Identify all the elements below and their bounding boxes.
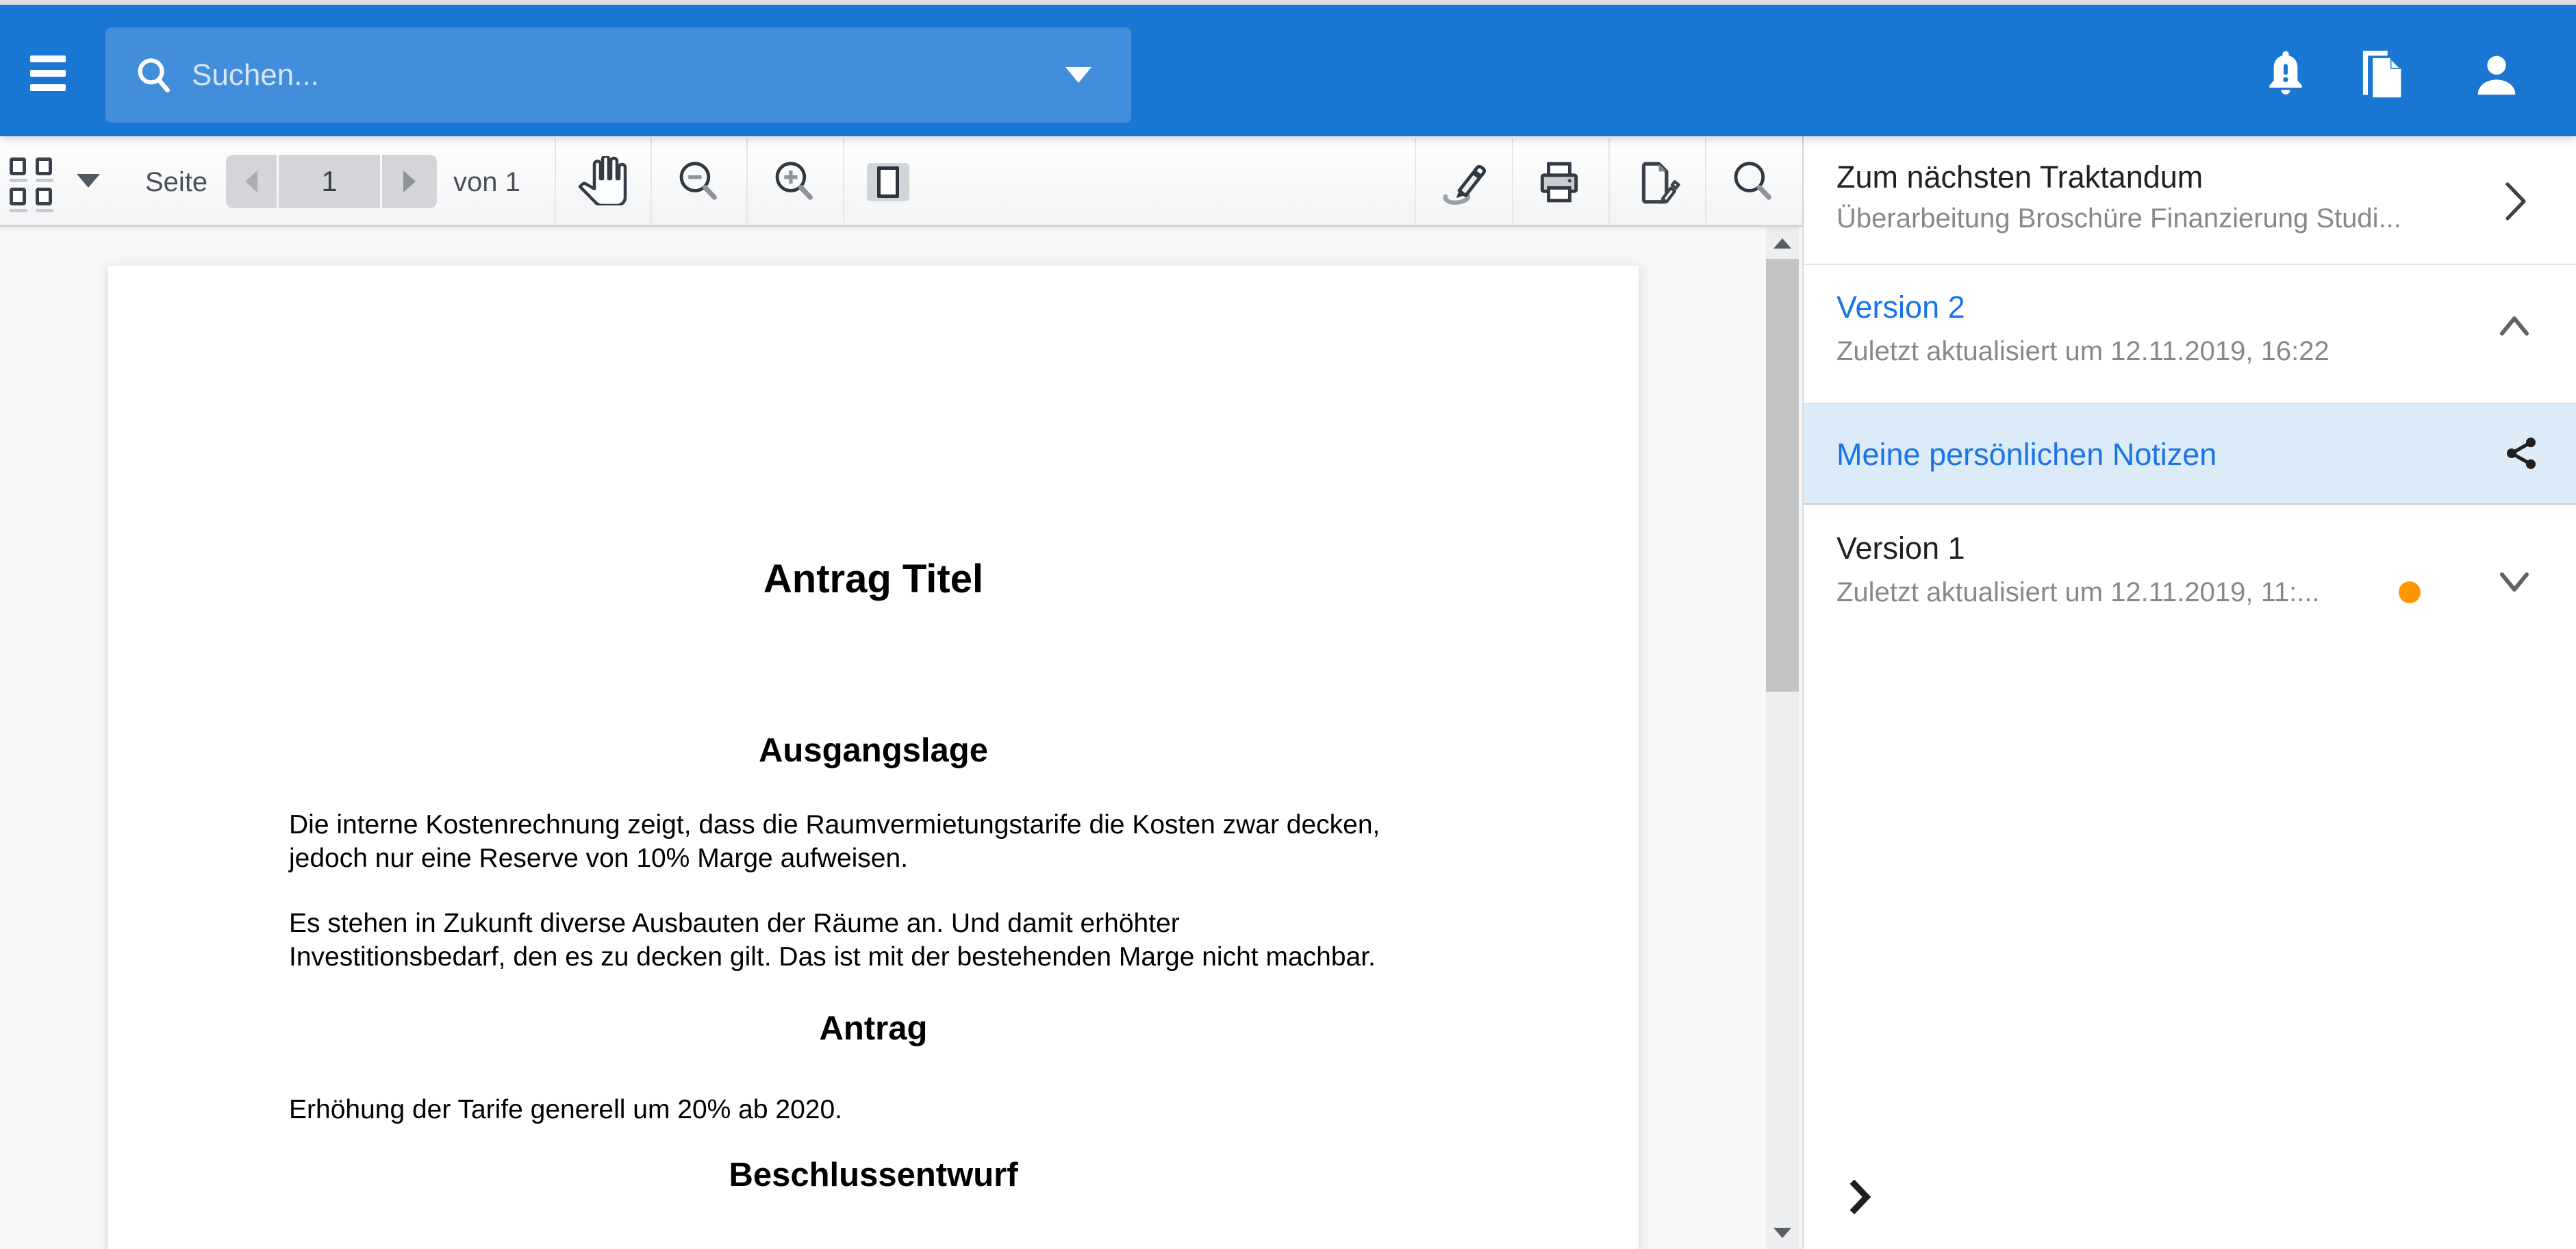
account-button[interactable] (2467, 46, 2526, 105)
hamburger-icon (30, 55, 66, 62)
toolbar-separator (843, 138, 844, 224)
prev-arrow-icon (245, 171, 257, 192)
next-agenda-item[interactable]: Zum nächsten Traktandum Überarbeitung Br… (1804, 136, 2576, 264)
magnifier-icon (1730, 159, 1776, 205)
toolbar-separator (555, 138, 556, 224)
app: Seite von 1 (0, 0, 2576, 1249)
personal-notes-label: Meine persönlichen Notizen (1836, 437, 2217, 472)
unread-dot (2399, 581, 2421, 603)
fit-page-button[interactable] (867, 163, 909, 201)
toolbar-separator (1512, 138, 1513, 224)
zoom-in-button[interactable] (771, 159, 818, 205)
version-2-title: Version 2 (1836, 290, 1965, 325)
arrow-up-icon (1773, 238, 1791, 249)
toolbar-separator (1705, 138, 1706, 224)
zoom-in-icon (771, 159, 818, 205)
toolbar-separator (1415, 138, 1416, 224)
prev-page-button[interactable] (226, 155, 277, 208)
scroll-thumb[interactable] (1766, 259, 1799, 692)
version-1-title: Version 1 (1836, 531, 1965, 566)
next-arrow-icon (403, 171, 416, 192)
version-1-row[interactable]: Version 1 Zuletzt aktualisiert um 12.11.… (1804, 505, 2576, 644)
search-dropdown-caret-icon[interactable] (1065, 67, 1091, 83)
toolbar-separator (651, 138, 652, 224)
chevron-up-icon[interactable] (2498, 314, 2531, 338)
scroll-down-button[interactable] (1766, 1216, 1799, 1249)
print-button[interactable] (1534, 157, 1584, 208)
zoom-out-button[interactable] (675, 159, 722, 205)
pan-tool-button[interactable] (578, 156, 627, 205)
next-agenda-subtitle: Überarbeitung Broschüre Finanzierung Stu… (1836, 203, 2401, 234)
document-viewport: Antrag Titel Ausgangslage Die interne Ko… (0, 227, 1766, 1249)
search-input[interactable] (175, 27, 1065, 123)
printer-icon (1534, 157, 1584, 208)
hamburger-icon (30, 70, 66, 77)
page-total-label: von 1 (453, 167, 520, 198)
scroll-up-button[interactable] (1766, 227, 1799, 260)
share-icon[interactable] (2502, 434, 2540, 472)
version-2-row[interactable]: Version 2 Zuletzt aktualisiert um 12.11.… (1804, 265, 2576, 403)
chevron-right-bold-icon (1849, 1180, 1872, 1214)
chevron-down-icon[interactable] (2498, 570, 2531, 594)
documents-button[interactable] (2351, 46, 2410, 105)
doc-title: Antrag Titel (108, 556, 1639, 602)
fit-page-icon (867, 163, 909, 201)
page-nav (226, 155, 437, 208)
pdf-page: Antrag Titel Ausgangslage Die interne Ko… (108, 266, 1639, 1249)
personal-notes-row[interactable]: Meine persönlichen Notizen (1804, 404, 2576, 503)
next-page-button[interactable] (382, 155, 437, 208)
sidebar: Zum nächsten Traktandum Überarbeitung Br… (1802, 136, 2576, 1249)
annotate-button[interactable] (1631, 157, 1682, 208)
doc-heading-ausgangslage: Ausgangslage (108, 731, 1639, 770)
search-icon (133, 54, 175, 97)
find-in-document-button[interactable] (1730, 159, 1776, 205)
grid-icon (10, 157, 53, 212)
marker-pen-icon (1438, 156, 1490, 208)
doc-paragraph: Erhöhung der Tarife generell um 20% ab 2… (289, 1093, 1502, 1126)
bell-alert-icon (2258, 48, 2313, 103)
toolbar-separator (1608, 138, 1610, 224)
person-icon (2469, 48, 2524, 103)
toolbar-separator (746, 138, 748, 224)
doc-paragraph: Die interne Kostenrechnung zeigt, dass d… (289, 808, 1502, 875)
caret-down-icon (77, 174, 100, 188)
next-agenda-title: Zum nächsten Traktandum (1836, 160, 2203, 195)
doc-heading-antrag: Antrag (108, 1009, 1639, 1048)
doc-heading-beschlussentwurf: Beschlussentwurf (108, 1156, 1639, 1194)
scrollbar[interactable] (1766, 227, 1799, 1249)
browser-top-strip (0, 0, 2576, 5)
search-box[interactable] (105, 27, 1131, 123)
edit-document-icon (1631, 157, 1682, 208)
thumbnails-button[interactable] (10, 157, 53, 212)
version-2-updated: Zuletzt aktualisiert um 12.11.2019, 16:2… (1836, 336, 2329, 367)
top-bar (0, 5, 2576, 136)
arrow-down-icon (1773, 1228, 1791, 1238)
doc-paragraph: Es stehen in Zukunft diverse Ausbauten d… (289, 907, 1502, 974)
collapse-sidebar-button[interactable] (1836, 1173, 1884, 1221)
highlighter-button[interactable] (1438, 156, 1490, 208)
thumbnails-dropdown-button[interactable] (77, 174, 100, 188)
chevron-right-icon (2501, 179, 2531, 224)
page-number-input[interactable] (279, 155, 380, 208)
copy-documents-icon (2351, 46, 2410, 105)
menu-button[interactable] (30, 55, 67, 92)
version-1-updated: Zuletzt aktualisiert um 12.11.2019, 11:.… (1836, 577, 2320, 608)
notifications-button[interactable] (2256, 46, 2315, 105)
zoom-out-icon (675, 159, 722, 205)
hand-icon (578, 156, 627, 205)
page-label: Seite (145, 167, 207, 198)
hamburger-icon (30, 84, 66, 91)
